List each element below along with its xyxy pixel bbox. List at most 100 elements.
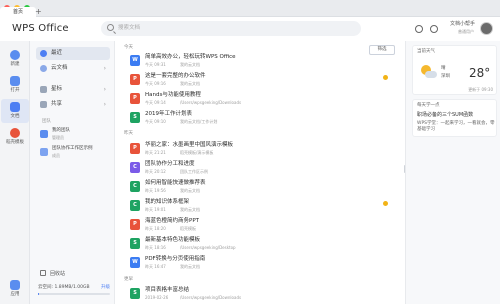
file-name: 这是一套完整的办公软件 <box>145 73 206 79</box>
file-location: 稻壳模板 <box>180 226 196 231</box>
recycle-label: 回收站 <box>50 271 66 277</box>
file-name: 我的知识体系框架 <box>145 199 190 205</box>
rail-documents[interactable]: 文档 <box>1 99 29 123</box>
file-type-icon: S <box>130 288 140 299</box>
weather-icon <box>421 65 437 81</box>
document-icon <box>10 102 20 112</box>
file-type-icon: C <box>130 181 140 192</box>
file-type-icon: S <box>130 112 140 123</box>
file-type-icon: C <box>130 162 140 173</box>
file-name: 如何用智能快速做推荐表 <box>145 180 206 186</box>
file-location: 我的云文档 <box>180 188 200 193</box>
file-location: 我的云文档 <box>180 207 200 212</box>
settings-icon[interactable] <box>430 25 438 33</box>
file-type-icon: W <box>130 55 140 66</box>
file-name: 简单高效办公，轻松玩转WPS Office <box>145 54 236 60</box>
tab-home[interactable]: 首页 <box>0 7 36 17</box>
file-time: 昨天 19:01 <box>145 207 166 212</box>
rail-open[interactable]: 打开 <box>1 73 29 97</box>
clock-icon <box>40 50 47 57</box>
file-row[interactable]: P 这是一套完整的办公软件 今天 09:16 我的云文档 <box>130 71 400 89</box>
tip-card[interactable]: 每天学一点 职场必备的三个SUM函数 WPS学堂：一起来学习，一看就会，零基础学… <box>412 99 497 137</box>
file-time: 今天 09:10 <box>145 119 166 124</box>
star-icon <box>40 86 47 93</box>
rail-apps[interactable]: 应用 <box>1 277 29 301</box>
file-row[interactable]: C 团队协作分工和进度 昨天 20:12 团队工作区示例 <box>130 159 400 177</box>
file-row[interactable]: C 如何用智能快速做推荐表 昨天 19:56 我的云文档 <box>130 178 400 196</box>
team-section-title: 团队 <box>42 119 51 124</box>
team-item[interactable]: 团队协作工作区示例 成员 <box>40 145 112 161</box>
storage-fill <box>38 293 40 295</box>
rail-label: 稻壳模板 <box>6 140 24 145</box>
rail-label: 应用 <box>10 292 20 297</box>
weather-temperature: 28° <box>469 66 491 80</box>
weather-city: 深圳 <box>441 74 450 79</box>
file-type-icon: P <box>130 93 140 104</box>
search-icon <box>107 24 114 31</box>
search-placeholder: 搜索文档 <box>118 25 141 31</box>
cloud-icon <box>425 71 437 78</box>
file-time: 今天 09:16 <box>145 81 166 86</box>
group-header-earlier: 更早 <box>124 277 133 282</box>
team-icon <box>40 130 48 138</box>
file-time: 昨天 18:16 <box>145 245 166 250</box>
new-tab-button[interactable]: + <box>35 8 42 16</box>
file-row[interactable]: C 我的知识体系框架 昨天 19:01 我的云文档 <box>130 197 400 215</box>
storage-info: 云空间: 1.89MB/1.00GB 升级 <box>38 285 110 291</box>
nav-item-recent[interactable]: 最近 <box>36 47 110 60</box>
file-time: 昨天 18:20 <box>145 226 166 231</box>
star-icon[interactable] <box>383 75 388 80</box>
rail-new[interactable]: 新建 <box>1 47 29 71</box>
file-name: PDF转换与分页使用指南 <box>145 256 206 262</box>
star-icon[interactable] <box>383 201 388 206</box>
title-bar: 首页 + <box>0 0 500 17</box>
file-type-icon: P <box>130 74 140 85</box>
rail-templates[interactable]: 稻壳模板 <box>1 125 29 149</box>
avatar[interactable] <box>480 22 493 35</box>
file-time: 今天 09:31 <box>145 62 166 67</box>
sync-icon[interactable] <box>415 25 423 33</box>
file-row[interactable]: P 华丽之家：水墨画里中国风演示模板 昨天 21:21 稻壳模板/演示模板 <box>130 140 400 158</box>
file-row[interactable]: P Hands与功能使用教程 今天 09:14 /Users/wpsgeekin… <box>130 90 400 108</box>
file-location: /Users/wpsgeeking/Downloads <box>180 100 242 105</box>
file-location: 我的云文档 <box>180 81 200 86</box>
group-header-yesterday: 昨天 <box>124 131 133 136</box>
nav-item-starred[interactable]: 星标 › <box>36 83 110 96</box>
left-rail: 新建 打开 文档 稻壳模板 应用 <box>0 41 30 304</box>
grid-icon <box>10 280 20 290</box>
file-location: 团队工作区示例 <box>180 169 208 174</box>
file-name: 项目表格丰富总结 <box>145 287 190 293</box>
file-name: 2019年工作计划表 <box>145 111 192 117</box>
file-name: 海蓝色橙简约商务PPT <box>145 218 199 224</box>
nav-item-label: 云文档 <box>51 65 68 71</box>
file-row[interactable]: S 项目表格丰富总结 2019-02-26 /Users/wpsgeeking/… <box>130 285 400 303</box>
rail-label: 打开 <box>10 88 20 93</box>
file-row[interactable]: W 简单高效办公，轻松玩转WPS Office 今天 09:31 我的云文档 <box>130 52 400 70</box>
file-row[interactable]: S 2019年工作计划表 今天 09:10 我的云文档/工作计划 <box>130 109 400 127</box>
file-time: 2019-02-26 <box>145 295 169 300</box>
search-input[interactable]: 搜索文档 <box>101 21 361 36</box>
team-role: 管理员 <box>52 135 64 140</box>
file-location: 稻壳模板/演示模板 <box>180 150 214 155</box>
team-role: 成员 <box>52 153 60 158</box>
file-row[interactable]: S 最新基本特色功能模板 昨天 18:16 /Users/wpsgeeking/… <box>130 235 400 253</box>
file-location: 我的云文档 <box>180 62 200 67</box>
weather-condition: 晴 <box>441 66 446 71</box>
recycle-bin[interactable]: 回收站 <box>40 270 65 278</box>
team-item[interactable]: 我的团队 管理员 <box>40 127 112 143</box>
weather-title: 当前天气 <box>417 49 435 54</box>
storage-text: 云空间: 1.89MB/1.00GB <box>38 285 90 290</box>
cloud-icon <box>40 65 47 72</box>
file-time: 昨天 16:47 <box>145 264 166 269</box>
nav-item-cloud[interactable]: 云文档 › <box>36 62 110 75</box>
chevron-right-icon: › <box>103 86 106 93</box>
file-name: Hands与功能使用教程 <box>145 92 201 98</box>
user-name[interactable]: 文档小帮手 <box>450 21 475 27</box>
group-header-today: 今天 <box>124 45 133 50</box>
plus-icon <box>10 50 20 60</box>
file-row[interactable]: W PDF转换与分页使用指南 昨天 16:47 我的云文档 <box>130 254 400 272</box>
weather-card[interactable]: 当前天气 晴 深圳 28° 更新于 09:30 <box>412 45 497 95</box>
file-row[interactable]: P 海蓝色橙简约商务PPT 昨天 18:20 稻壳模板 <box>130 216 400 234</box>
nav-item-shared[interactable]: 共享 › <box>36 98 110 111</box>
upgrade-link[interactable]: 升级 <box>101 285 110 291</box>
